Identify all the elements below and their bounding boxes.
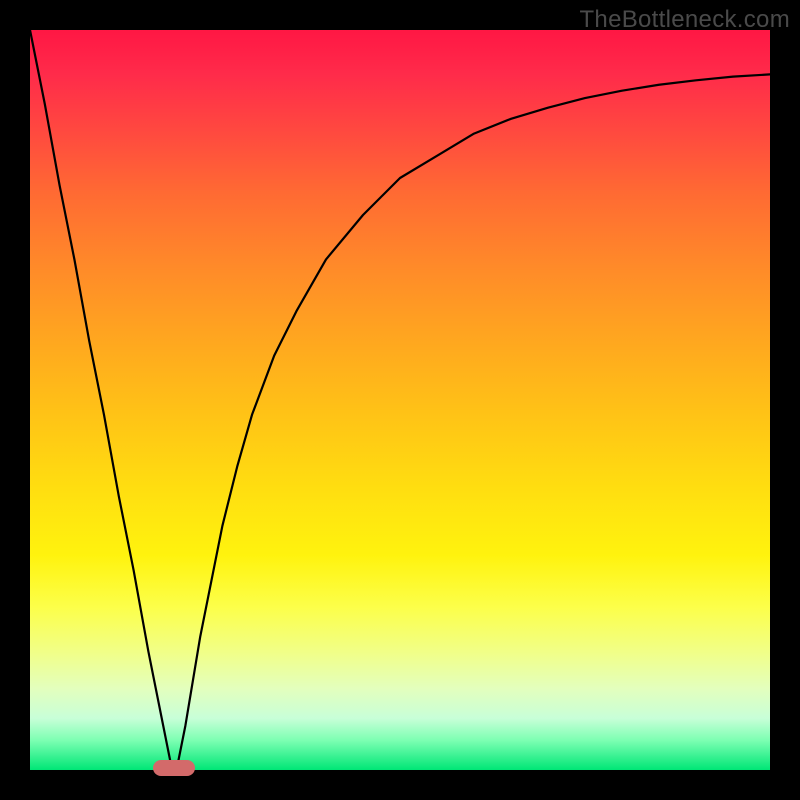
watermark-text: TheBottleneck.com xyxy=(579,6,790,34)
optimum-marker xyxy=(153,760,195,776)
bottleneck-curve xyxy=(30,30,770,770)
chart-frame: TheBottleneck.com xyxy=(0,0,800,800)
plot-area xyxy=(30,30,770,770)
curve-svg xyxy=(30,30,770,770)
